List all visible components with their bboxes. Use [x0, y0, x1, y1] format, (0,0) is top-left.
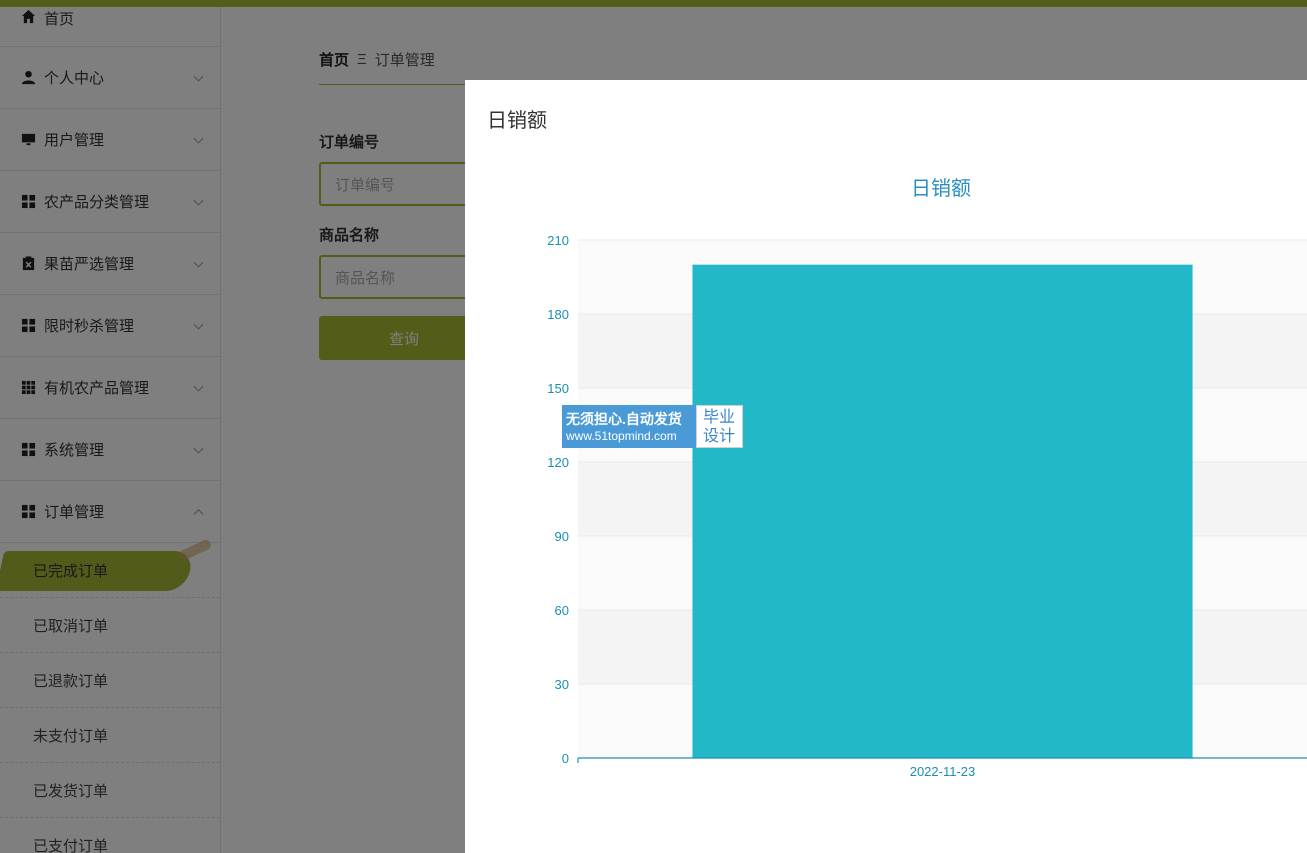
y-tick-label: 60 [555, 603, 569, 618]
watermark: 无须担心.自动发货 www.51topmind.com 毕业 设计 [562, 405, 743, 448]
x-tick-label: 2022-11-23 [910, 764, 976, 779]
watermark-line1: 无须担心.自动发货 [566, 410, 682, 427]
watermark-right2: 设计 [703, 427, 736, 445]
y-tick-label: 120 [547, 455, 569, 470]
chart-title: 日销额 [911, 177, 971, 200]
y-tick-label: 90 [555, 529, 569, 544]
watermark-right: 毕业 设计 [696, 405, 743, 448]
y-tick-label: 30 [555, 677, 569, 692]
y-tick-label: 0 [562, 751, 569, 766]
sales-modal: 日销额 0 30 60 90 120 150 180 210 2022-11-23 日销额 [465, 80, 1307, 853]
watermark-left: 无须担心.自动发货 www.51topmind.com [562, 405, 696, 448]
watermark-right1: 毕业 [703, 408, 736, 426]
y-tick-label: 150 [547, 381, 569, 396]
y-tick-label: 180 [547, 307, 569, 322]
daily-sales-chart: 0 30 60 90 120 150 180 210 2022-11-23 日销额 [547, 177, 1307, 779]
watermark-line2: www.51topmind.com [566, 428, 677, 443]
bar [692, 264, 1193, 758]
y-tick-label: 210 [547, 233, 569, 248]
